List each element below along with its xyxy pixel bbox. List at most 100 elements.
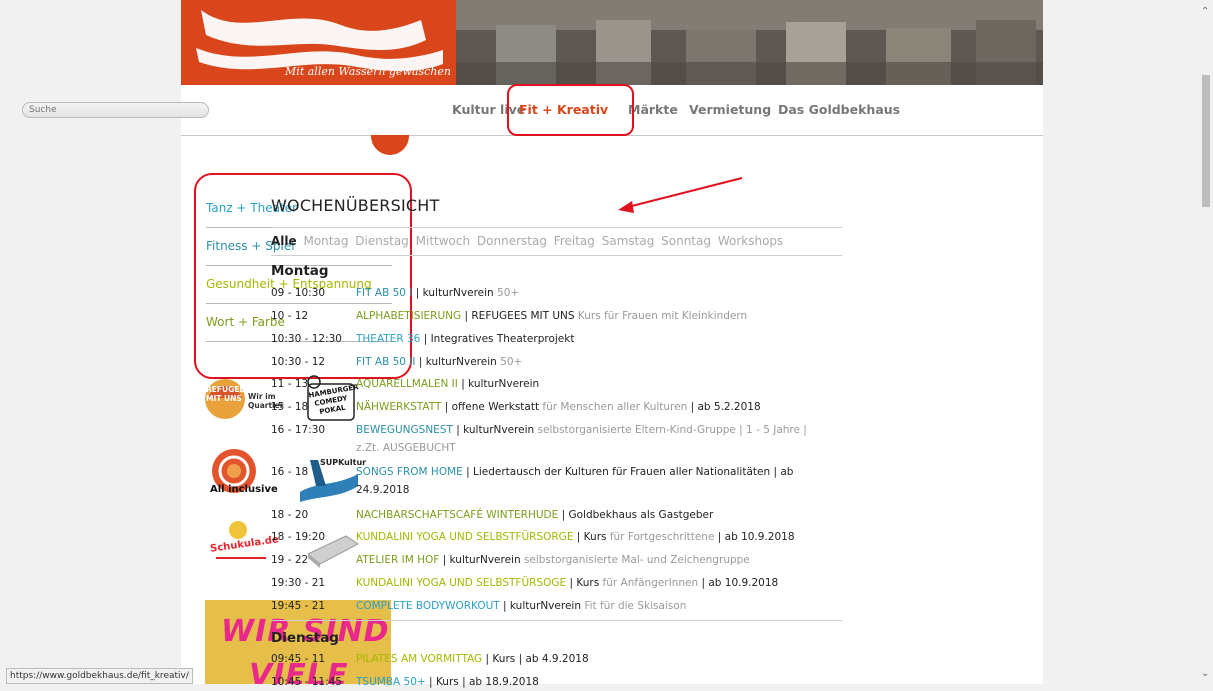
venue-photo-graphic — [456, 0, 1043, 85]
annotation-arrow — [618, 177, 743, 213]
event-time: 15 - 18 — [271, 401, 309, 413]
event-time: 18 - 19:20 — [271, 531, 326, 543]
event-title-link[interactable]: BEWEGUNGSNEST — [356, 424, 453, 436]
all-inclusive-text: All inclusive — [210, 484, 278, 495]
filter-samstag[interactable]: Samstag — [602, 234, 655, 248]
event-time: 10 - 12 — [271, 310, 309, 322]
event-org: Integratives Theaterprojekt — [430, 333, 575, 345]
filter-workshops[interactable]: Workshops — [718, 234, 783, 248]
event-org: kulturNverein — [425, 356, 497, 368]
filter-sonntag[interactable]: Sonntag — [661, 234, 711, 248]
day-heading-dienstag: Dienstag — [271, 630, 339, 646]
event-detail: für AnfängerInnen — [599, 577, 699, 589]
event-time: 19 - 22 — [271, 554, 309, 566]
filter-donnerstag[interactable]: Donnerstag — [477, 234, 547, 248]
event-sep: | — [573, 531, 584, 543]
event-sep: | — [457, 378, 469, 390]
event-time: 16 - 18 — [271, 466, 309, 478]
event-title-link[interactable]: NÄHWERKSTATT — [356, 401, 441, 413]
event-start-date: | ab 10.9.2018 — [698, 577, 779, 589]
nav-maerkte[interactable]: Märkte — [628, 102, 678, 117]
scroll-down-icon[interactable]: ⌄ — [1201, 668, 1209, 679]
event-detail: für Fortgeschrittene — [606, 531, 715, 543]
event-title-link[interactable]: TSUMBA 50+ — [356, 676, 426, 688]
event-time: 10:45 - 11:45 — [271, 676, 342, 688]
scrollbar-thumb[interactable] — [1202, 75, 1210, 207]
all-inclusive-logo[interactable]: All inclusive — [204, 448, 278, 498]
event-title-link[interactable]: THEATER 36 — [356, 333, 420, 345]
event-title-link[interactable]: KUNDALINI YOGA UND SELBSTFÜRSOGE — [356, 577, 566, 589]
event-time: 10:30 - 12:30 — [271, 333, 342, 345]
event-title-link[interactable]: KUNDALINI YOGA UND SELBSTFÜRSORGE — [356, 531, 573, 543]
event-detail: 50+ — [493, 287, 520, 299]
status-bar-url: https://www.goldbekhaus.de/fit_kreativ/ — [6, 668, 193, 684]
event-time: 19:30 - 21 — [271, 577, 326, 589]
event-time: 09:45 - 11 — [271, 653, 326, 665]
event-org: kulturNverein — [468, 378, 540, 390]
filter-montag[interactable]: Montag — [303, 234, 348, 248]
event-org: offene Werkstatt — [451, 401, 540, 413]
nav-goldbekhaus[interactable]: Das Goldbekhaus — [778, 102, 900, 117]
search-input[interactable] — [22, 102, 209, 118]
event-sep: | — [452, 424, 464, 436]
event-title-link[interactable]: FIT AB 50 II — [356, 356, 416, 368]
scroll-up-icon[interactable]: ⌃ — [1201, 6, 1209, 17]
event-detail: 50+ — [496, 356, 523, 368]
event-title-link[interactable]: ALPHABETISIERUNG — [356, 310, 461, 322]
event-org: kulturNverein — [449, 554, 521, 566]
event-org: Kurs | ab 4.9.2018 — [492, 653, 589, 665]
event-time: 10:30 - 12 — [271, 356, 326, 368]
filter-dienstag[interactable]: Dienstag — [355, 234, 409, 248]
event-sep: | — [462, 466, 473, 478]
event-org: Kurs | ab 18.9.2018 — [435, 676, 539, 688]
event-sep: | — [420, 333, 431, 345]
event-title-link[interactable]: FIT AB 50 I — [356, 287, 412, 299]
refugees-logo-text: REFUGEES MIT UNS — [206, 385, 250, 403]
event-time: 19:45 - 21 — [271, 600, 326, 612]
event-sep: | — [558, 509, 569, 521]
tagline: Mit allen Wassern gewaschen — [285, 65, 451, 78]
event-sep: | — [412, 287, 423, 299]
event-detail: Fit für die Skisaison — [580, 600, 687, 612]
day-heading-montag: Montag — [271, 263, 329, 279]
event-sep: | — [425, 676, 436, 688]
divider — [271, 620, 842, 621]
event-org: kulturNverein — [509, 600, 581, 612]
event-title-link[interactable]: AQUARELLMALEN II — [356, 378, 458, 390]
event-org: Kurs — [583, 531, 607, 543]
event-org: kulturNverein — [463, 424, 535, 436]
event-title-link[interactable]: COMPLETE BODYWORKOUT — [356, 600, 500, 612]
event-sep: | — [566, 577, 577, 589]
event-detail: selbstorganisierte Mal- und Zeichengrupp… — [520, 554, 750, 566]
filter-alle[interactable]: Alle — [271, 234, 297, 248]
event-org: kulturNverein — [422, 287, 494, 299]
event-time: 18 - 20 — [271, 509, 309, 521]
event-detail: Kurs für Frauen mit Kleinkindern — [574, 310, 748, 322]
event-sep: | — [461, 310, 472, 322]
event-detail: für Menschen aller Kulturen — [539, 401, 688, 413]
event-org: Kurs — [576, 577, 600, 589]
page-title: WOCHENÜBERSICHT — [271, 196, 440, 215]
filter-freitag[interactable]: Freitag — [554, 234, 595, 248]
day-filter-bar: Alle Montag Dienstag Mittwoch Donnerstag… — [271, 227, 842, 256]
event-time: 16 - 17:30 — [271, 424, 326, 436]
event-time: 09 - 10:30 — [271, 287, 326, 299]
event-start-date: | ab 10.9.2018 — [714, 531, 795, 543]
logo-banner[interactable]: Mit allen Wassern gewaschen — [181, 0, 456, 85]
event-sep: | — [439, 554, 450, 566]
event-title-link[interactable]: NACHBARSCHAFTSCAFÉ WINTERHUDE — [356, 509, 558, 521]
event-org: REFUGEES MIT UNS — [471, 310, 575, 322]
event-org: Goldbekhaus als Gastgeber — [568, 509, 714, 521]
event-title-link[interactable]: PILATES AM VORMITTAG — [356, 653, 482, 665]
event-time: 11 - 13 — [271, 378, 309, 390]
event-title-link[interactable]: SONGS FROM HOME — [356, 466, 463, 478]
event-start-date: | ab 5.2.2018 — [687, 401, 761, 413]
event-title-link[interactable]: ATELIER IM HOF — [356, 554, 439, 566]
event-sep: | — [415, 356, 426, 368]
event-sep: | — [482, 653, 493, 665]
nav-vermietung[interactable]: Vermietung — [689, 102, 771, 117]
filter-mittwoch[interactable]: Mittwoch — [416, 234, 470, 248]
schukula-logo[interactable]: Schukula.de — [206, 518, 280, 570]
event-sep: | — [441, 401, 452, 413]
venue-photo — [456, 0, 1043, 85]
